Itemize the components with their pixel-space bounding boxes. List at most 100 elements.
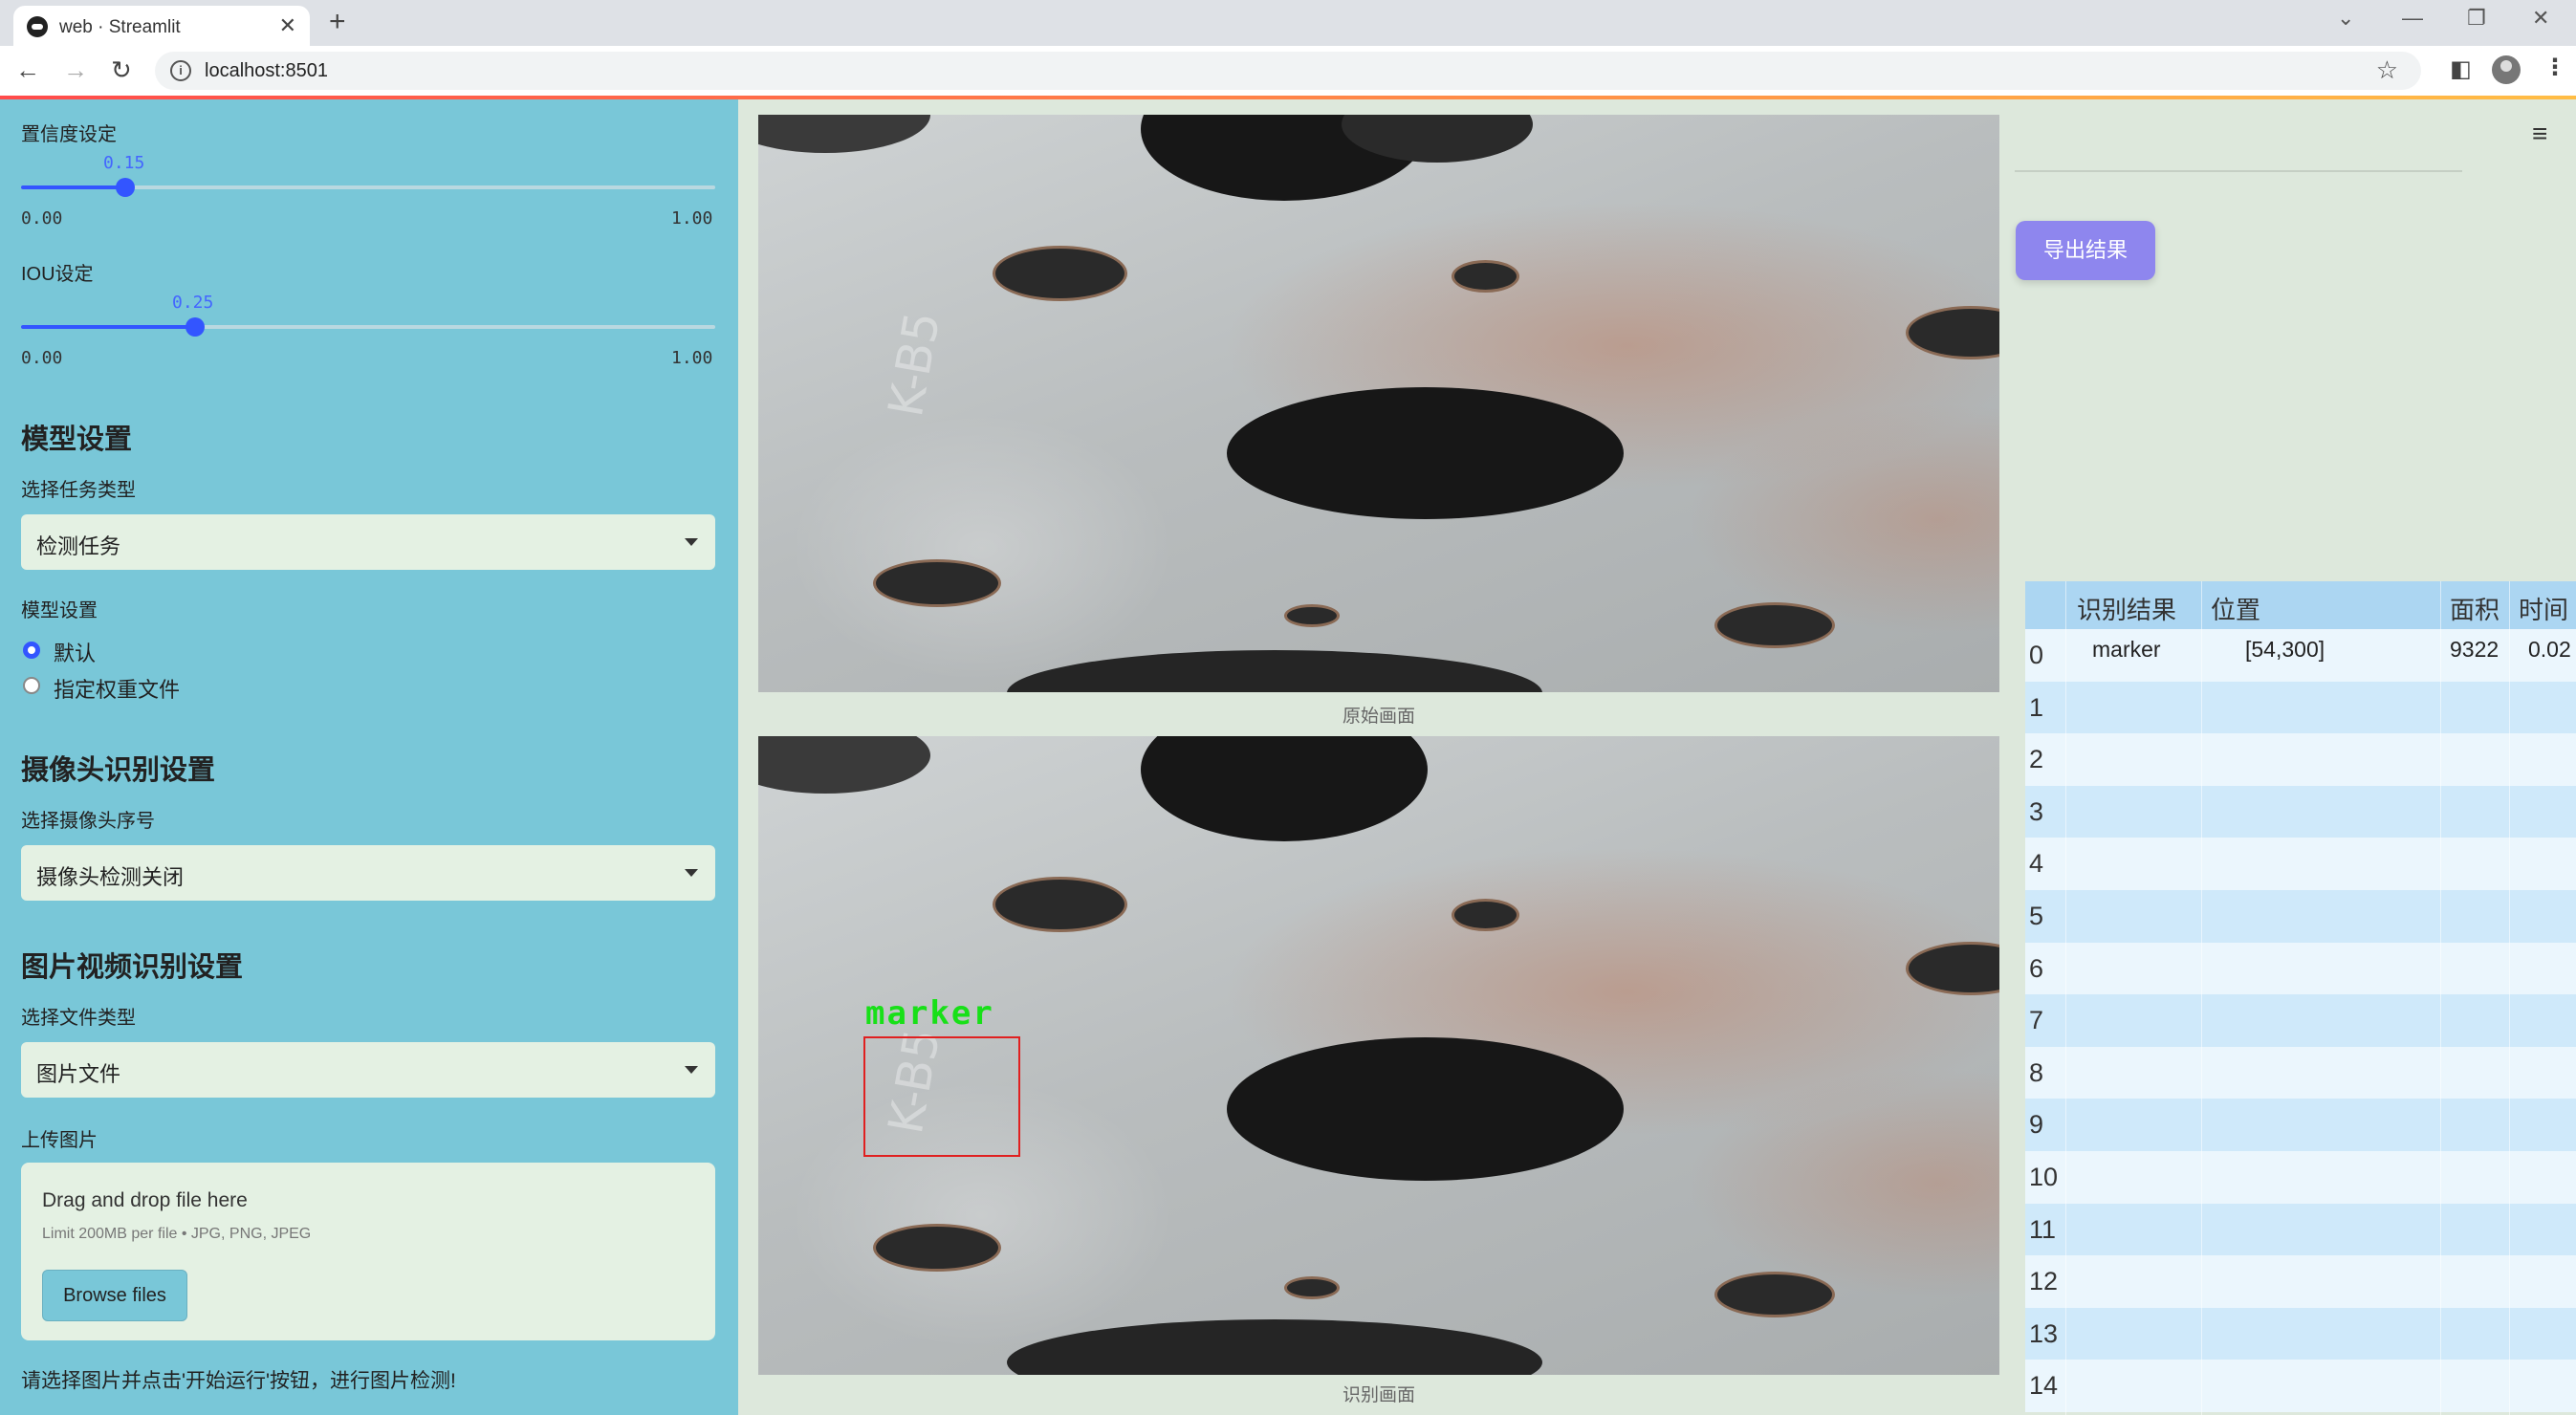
table-row[interactable]: 1: [2025, 681, 2576, 734]
new-tab-button[interactable]: +: [329, 6, 346, 38]
tab-search-icon[interactable]: ⌄: [2337, 6, 2354, 31]
row-index: 5: [2029, 902, 2044, 930]
site-info-icon[interactable]: i: [170, 60, 191, 81]
chevron-down-icon: [685, 869, 698, 877]
camera-index-label: 选择摄像头序号: [21, 811, 155, 832]
reload-icon[interactable]: ↻: [111, 55, 132, 85]
upload-label: 上传图片: [21, 1130, 98, 1151]
confidence-slider-fill: [21, 185, 125, 189]
camera-value: 摄像头检测关闭: [36, 865, 185, 889]
model-label: 模型设置: [21, 600, 98, 621]
table-row[interactable]: 14: [2025, 1360, 2576, 1413]
table-row[interactable]: 12: [2025, 1255, 2576, 1309]
row-index: 6: [2029, 953, 2044, 983]
close-window-icon[interactable]: ✕: [2532, 6, 2549, 31]
confidence-slider[interactable]: [21, 178, 715, 197]
browser-tab[interactable]: web · Streamlit ✕: [13, 6, 310, 46]
task-type-label: 选择任务类型: [21, 480, 136, 501]
address-bar[interactable]: i localhost:8501 ☆: [155, 52, 2421, 90]
file-settings-heading: 图片视频识别设置: [21, 952, 244, 983]
iou-max: 1.00: [671, 348, 713, 368]
sidebar: 置信度设定 0.15 0.00 1.00 IOU设定 0.25 0.00 1.0…: [0, 99, 738, 1415]
file-type-value: 图片文件: [36, 1062, 121, 1086]
browser-tab-bar: web · Streamlit ✕ + ⌄ — ❐ ✕: [0, 0, 2576, 46]
camera-settings-heading: 摄像头识别设置: [21, 755, 216, 786]
browser-toolbar: ← → ↻ i localhost:8501 ☆ ◧ ⋮: [0, 46, 2576, 97]
table-row[interactable]: 9: [2025, 1099, 2576, 1152]
cell-result: marker: [2092, 637, 2161, 662]
profile-avatar-icon[interactable]: [2492, 55, 2521, 84]
row-index: 14: [2029, 1371, 2059, 1401]
browser-menu-icon[interactable]: ⋮: [2543, 54, 2566, 81]
radio-default-label: 默认: [54, 642, 97, 665]
file-type-label: 选择文件类型: [21, 1008, 136, 1029]
row-index: 0: [2029, 641, 2044, 669]
confidence-min: 0.00: [21, 208, 63, 229]
browse-files-button[interactable]: Browse files: [42, 1270, 187, 1321]
iou-slider-thumb[interactable]: [185, 317, 205, 337]
side-panel-icon[interactable]: ◧: [2450, 55, 2472, 83]
close-tab-icon[interactable]: ✕: [279, 13, 296, 38]
table-row[interactable]: 4: [2025, 838, 2576, 891]
table-row[interactable]: 2: [2025, 733, 2576, 787]
header-area[interactable]: 面积: [2450, 591, 2500, 626]
streamlit-favicon-icon: [27, 16, 48, 37]
detection-label: marker: [865, 994, 994, 1033]
cell-time: 0.02: [2528, 637, 2571, 662]
table-row[interactable]: 13: [2025, 1307, 2576, 1361]
confidence-slider-thumb[interactable]: [115, 178, 135, 197]
iou-slider[interactable]: [21, 317, 715, 337]
header-result[interactable]: 识别结果: [2077, 591, 2176, 626]
radio-custom-weights-label: 指定权重文件: [54, 678, 181, 702]
confidence-label: 置信度设定: [21, 124, 117, 145]
row-index: 8: [2029, 1057, 2044, 1087]
row-index: 9: [2029, 1110, 2044, 1140]
iou-label: IOU设定: [21, 264, 94, 285]
dropzone-limit: Limit 200MB per file • JPG, PNG, JPEG: [42, 1226, 312, 1242]
table-row[interactable]: 10: [2025, 1151, 2576, 1204]
cell-area: 9322: [2450, 637, 2500, 662]
divider: [2015, 170, 2462, 172]
instruction-text: 请选择图片并点击'开始运行'按钮，进行图片检测!: [21, 1370, 456, 1392]
header-position[interactable]: 位置: [2211, 591, 2260, 626]
table-row[interactable]: 5: [2025, 890, 2576, 943]
table-row[interactable]: 3: [2025, 785, 2576, 838]
url-text: localhost:8501: [205, 60, 328, 81]
row-index: 1: [2029, 692, 2044, 722]
iou-value: 0.25: [172, 293, 214, 313]
chevron-down-icon: [685, 1066, 698, 1074]
confidence-max: 1.00: [671, 208, 713, 229]
row-index: 3: [2029, 796, 2044, 826]
detected-image-caption: 识别画面: [1342, 1385, 1415, 1405]
app-menu-icon[interactable]: ≡: [2532, 119, 2547, 149]
camera-select[interactable]: 摄像头检测关闭: [21, 845, 715, 901]
table-row[interactable]: 11: [2025, 1203, 2576, 1256]
detected-image: K-B5 marker: [758, 736, 1999, 1375]
chevron-down-icon: [685, 538, 698, 546]
cell-position: [54,300]: [2245, 637, 2325, 662]
row-index: 4: [2029, 849, 2044, 879]
header-time[interactable]: 时间: [2519, 591, 2568, 626]
back-icon[interactable]: ←: [15, 55, 40, 85]
task-type-select[interactable]: 检测任务: [21, 514, 715, 570]
minimize-icon[interactable]: —: [2402, 6, 2423, 31]
forward-icon[interactable]: →: [63, 55, 88, 85]
table-row[interactable]: 7: [2025, 994, 2576, 1048]
confidence-value: 0.15: [103, 153, 145, 173]
restore-icon[interactable]: ❐: [2467, 6, 2486, 31]
radio-default[interactable]: [23, 642, 40, 659]
bookmark-star-icon[interactable]: ☆: [2376, 55, 2398, 85]
row-index: 2: [2029, 745, 2044, 774]
file-type-select[interactable]: 图片文件: [21, 1042, 715, 1098]
task-type-value: 检测任务: [36, 534, 121, 558]
tab-title: web · Streamlit: [59, 17, 181, 37]
model-settings-heading: 模型设置: [21, 424, 133, 455]
table-row[interactable]: 6: [2025, 942, 2576, 995]
row-index: 11: [2029, 1214, 2057, 1244]
radio-custom-weights[interactable]: [23, 677, 40, 694]
file-dropzone[interactable]: Drag and drop file here Limit 200MB per …: [21, 1163, 715, 1340]
dropzone-title: Drag and drop file here: [42, 1189, 248, 1211]
export-results-button[interactable]: 导出结果: [2016, 221, 2155, 280]
table-row[interactable]: 8: [2025, 1046, 2576, 1099]
table-row[interactable]: 0 marker [54,300] 9322 0.02: [2025, 629, 2576, 682]
